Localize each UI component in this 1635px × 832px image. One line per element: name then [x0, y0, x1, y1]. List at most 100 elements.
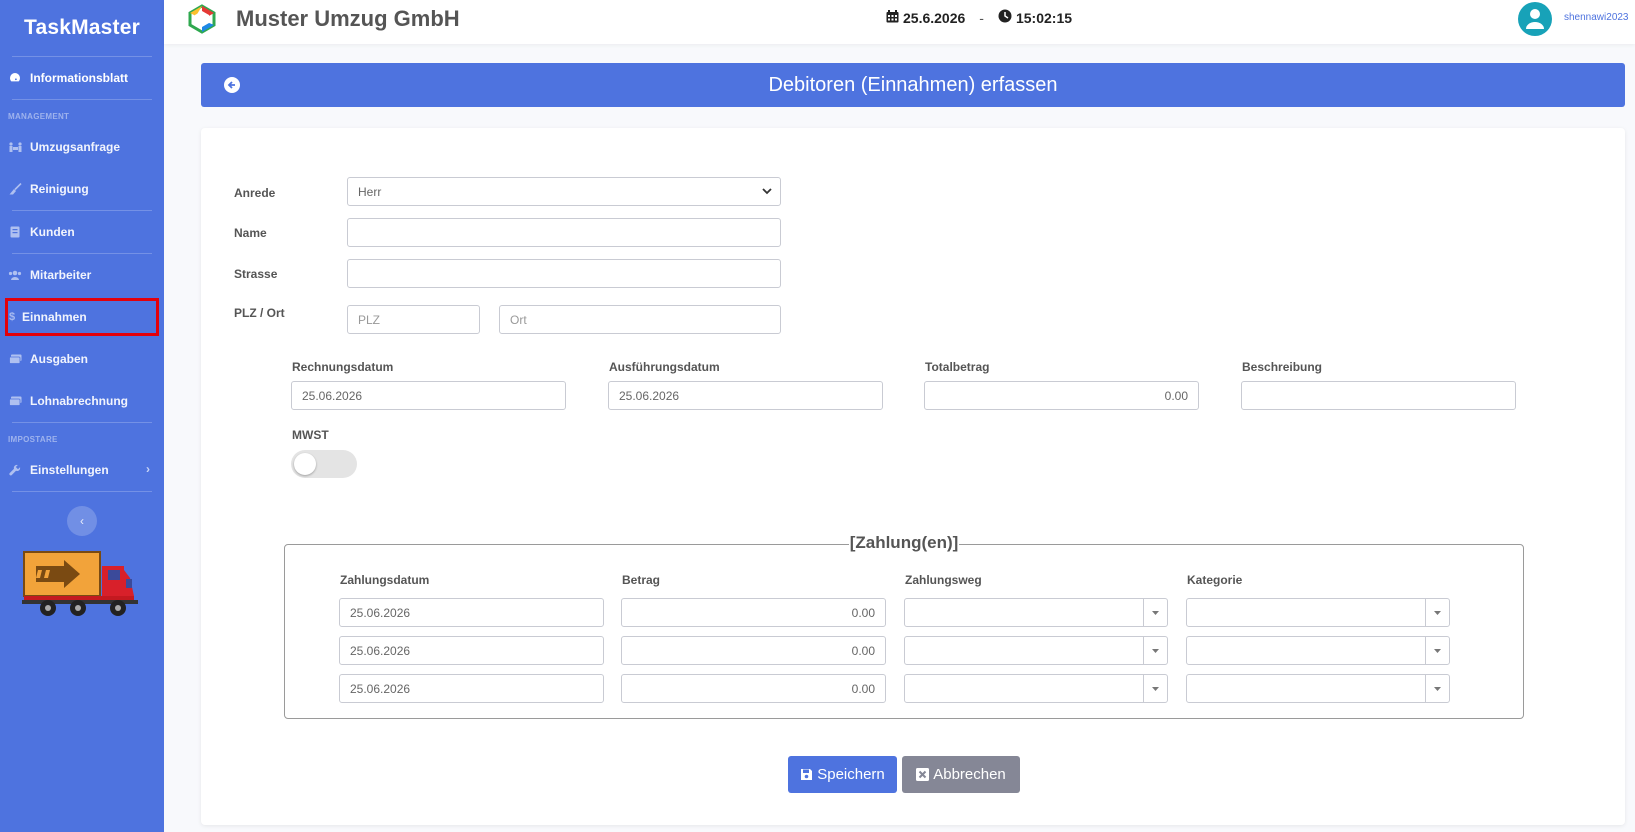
- totalbetrag-label: Totalbetrag: [925, 360, 990, 374]
- sidebar-item-label: Kunden: [30, 225, 75, 239]
- totalbetrag-input[interactable]: 0.00: [924, 381, 1199, 410]
- company-logo-icon: [188, 4, 216, 34]
- sidebar-item-label: Informationsblatt: [30, 71, 128, 85]
- datetime-display: 25.6.2026 - 15:02:15: [886, 9, 1072, 26]
- payment-amount-input[interactable]: 0.00: [621, 674, 886, 703]
- datetime-separator: -: [979, 9, 984, 26]
- sidebar-item-ausgaben[interactable]: Ausgaben: [0, 338, 164, 380]
- mwst-toggle[interactable]: [291, 450, 357, 478]
- sidebar-item-label: Lohnabrechnung: [30, 394, 128, 408]
- beschreibung-input[interactable]: [1241, 381, 1516, 410]
- payment-amount-input[interactable]: 0.00: [621, 598, 886, 627]
- caret-down-icon[interactable]: [1425, 637, 1449, 664]
- address-book-icon: [8, 225, 22, 239]
- user-avatar[interactable]: [1518, 2, 1552, 36]
- ort-input[interactable]: Ort: [499, 305, 781, 334]
- sidebar-item-label: Mitarbeiter: [30, 268, 92, 282]
- mwst-label: MWST: [292, 428, 329, 442]
- sidebar-item-einstellungen[interactable]: Einstellungen ›: [0, 449, 164, 491]
- sidebar-item-reinigung[interactable]: Reinigung: [0, 168, 164, 210]
- clock-icon: [998, 9, 1012, 26]
- page-title: Debitoren (Einnahmen) erfassen: [768, 74, 1058, 96]
- payment-header-category: Kategorie: [1187, 573, 1243, 587]
- page-title-bar: Debitoren (Einnahmen) erfassen: [201, 63, 1625, 107]
- name-label: Name: [234, 226, 267, 240]
- payment-date-input[interactable]: 25.06.2026: [339, 636, 604, 665]
- ausfuehrungsdatum-label: Ausführungsdatum: [609, 360, 720, 374]
- current-time: 15:02:15: [1015, 9, 1073, 26]
- strasse-input[interactable]: [347, 259, 781, 288]
- chevron-left-icon: ‹: [80, 514, 84, 528]
- calendar-icon: [886, 9, 899, 26]
- sidebar-item-mitarbeiter[interactable]: Mitarbeiter: [0, 254, 164, 296]
- payments-fieldset: [Zahlung(en)] Zahlungsdatum Betrag Zahlu…: [284, 533, 1524, 719]
- users-icon: [8, 268, 22, 282]
- sidebar-item-label: Einstellungen: [30, 463, 109, 477]
- form-card: Anrede Herr Name Strasse PLZ / Ort PLZ O…: [201, 128, 1625, 825]
- payment-category-select[interactable]: [1186, 636, 1450, 665]
- caret-down-icon[interactable]: [1143, 637, 1167, 664]
- plz-ort-label: PLZ / Ort: [234, 306, 285, 320]
- name-input[interactable]: [347, 218, 781, 247]
- caret-down-icon[interactable]: [1425, 599, 1449, 626]
- sidebar-item-umzugsanfrage[interactable]: Umzugsanfrage: [0, 126, 164, 168]
- sidebar: TaskMaster Informationsblatt MANAGEMENT …: [0, 0, 164, 832]
- current-date: 25.6.2026: [903, 9, 966, 26]
- topbar: Muster Umzug GmbH 25.6.2026 - 15:02:15 s…: [164, 0, 1635, 44]
- payment-category-select[interactable]: [1186, 674, 1450, 703]
- caret-down-icon[interactable]: [1143, 675, 1167, 702]
- ausfuehrungsdatum-input[interactable]: 25.06.2026: [608, 381, 883, 410]
- payment-date-input[interactable]: 25.06.2026: [339, 674, 604, 703]
- save-button[interactable]: Speichern: [788, 756, 897, 793]
- payment-amount-input[interactable]: 0.00: [621, 636, 886, 665]
- payment-header-method: Zahlungsweg: [905, 573, 982, 587]
- sidebar-toggle-button[interactable]: ‹: [67, 506, 97, 536]
- divider: [12, 491, 152, 492]
- dollar-icon: $: [8, 311, 16, 323]
- payment-date-input[interactable]: 25.06.2026: [339, 598, 604, 627]
- money-bills-icon: [8, 394, 22, 408]
- strasse-label: Strasse: [234, 267, 278, 281]
- chevron-right-icon: ›: [146, 462, 150, 476]
- section-heading-management: MANAGEMENT: [8, 112, 70, 121]
- sidebar-item-kunden[interactable]: Kunden: [0, 211, 164, 253]
- payment-method-select[interactable]: [904, 674, 1168, 703]
- floppy-disk-icon: [801, 769, 813, 780]
- sidebar-item-label: Reinigung: [30, 182, 89, 196]
- anrede-label: Anrede: [234, 186, 276, 200]
- tachometer-icon: [8, 71, 22, 85]
- payment-category-select[interactable]: [1186, 598, 1450, 627]
- payment-method-select[interactable]: [904, 636, 1168, 665]
- beschreibung-label: Beschreibung: [1242, 360, 1323, 374]
- payment-header-amount: Betrag: [622, 573, 661, 587]
- username[interactable]: shennawi2023: [1564, 12, 1629, 23]
- broom-icon: [8, 182, 22, 196]
- anrede-select[interactable]: Herr: [347, 177, 781, 206]
- wrench-icon: [8, 463, 22, 477]
- cancel-button-label: Abbrechen: [933, 766, 1006, 783]
- caret-down-icon[interactable]: [1425, 675, 1449, 702]
- payment-header-date: Zahlungsdatum: [340, 573, 430, 587]
- chevron-down-icon: [762, 188, 772, 195]
- user-icon: [1526, 9, 1544, 29]
- payments-legend: [Zahlung(en)]: [285, 533, 1523, 553]
- anrede-selected-value: Herr: [358, 184, 382, 199]
- payment-method-select[interactable]: [904, 598, 1168, 627]
- sidebar-item-label: Ausgaben: [30, 352, 89, 366]
- moving-truck-image: [22, 551, 138, 616]
- plz-input[interactable]: PLZ: [347, 305, 480, 334]
- rechnungsdatum-input[interactable]: 25.06.2026: [291, 381, 566, 410]
- sidebar-item-label: Einnahmen: [22, 310, 87, 324]
- rechnungsdatum-label: Rechnungsdatum: [292, 360, 394, 374]
- cancel-button[interactable]: Abbrechen: [902, 756, 1020, 793]
- sidebar-item-einnahmen[interactable]: $ Einnahmen: [5, 298, 159, 336]
- save-button-label: Speichern: [817, 766, 885, 783]
- company-name: Muster Umzug GmbH: [236, 6, 460, 31]
- sidebar-item-lohnabrechnung[interactable]: Lohnabrechnung: [0, 380, 164, 422]
- section-heading-impostare: IMPOSTARE: [8, 435, 58, 444]
- sidebar-item-informationsblatt[interactable]: Informationsblatt: [0, 57, 164, 99]
- caret-down-icon[interactable]: [1143, 599, 1167, 626]
- close-square-icon: [916, 768, 930, 781]
- money-bills-icon: [8, 352, 22, 366]
- brand-title[interactable]: TaskMaster: [0, 0, 164, 56]
